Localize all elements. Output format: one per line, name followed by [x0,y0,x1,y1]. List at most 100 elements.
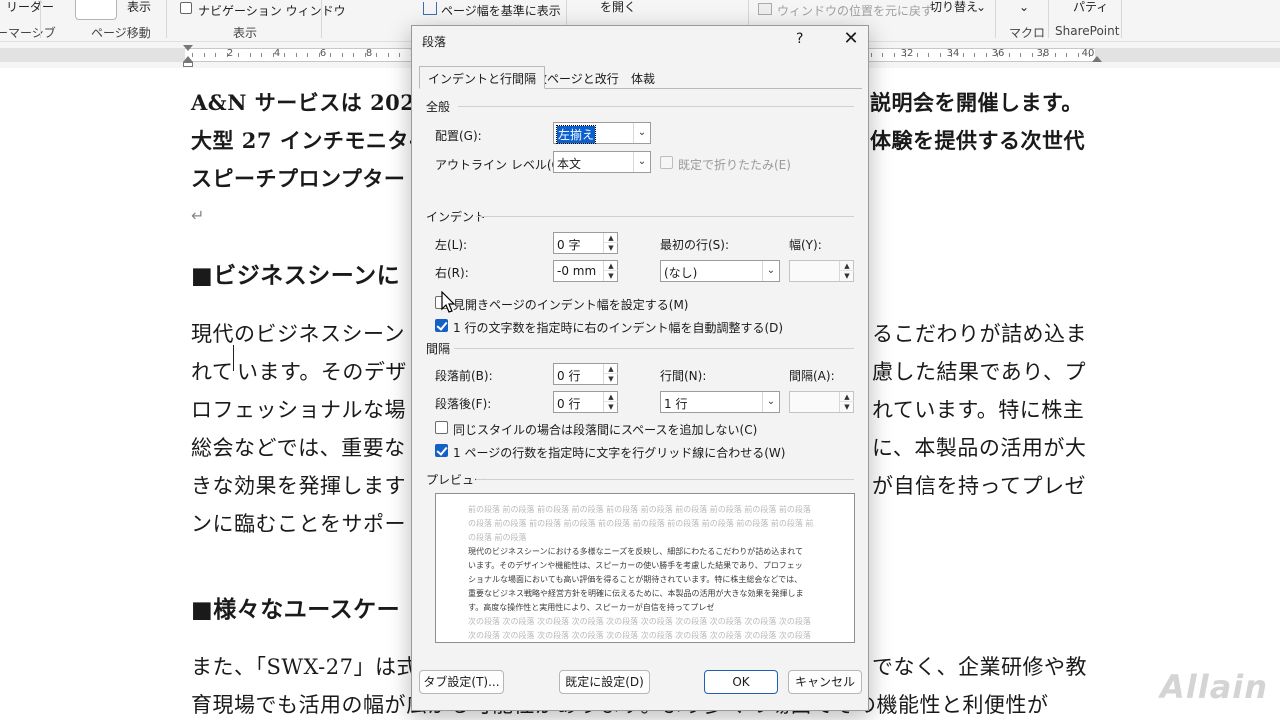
ruler-number: 32 [900,48,914,59]
group-label-page-move: ページ移動 [91,26,151,40]
ok-button[interactable]: OK [704,670,778,694]
spacing-before-spinner[interactable]: 0 行 ▲ ▼ [553,363,618,385]
ruler-tick [882,53,883,57]
ruler-tick [963,53,964,57]
nav-pane-checkbox[interactable] [180,2,192,14]
watermark-logo: Allain [1160,668,1269,706]
spin-up-icon[interactable]: ▲ [604,261,618,271]
ruler-number: 2 [226,48,234,59]
indent-right-spinner[interactable]: -0 mm ▲ ▼ [553,260,618,282]
no-space-same-style-label: 同じスタイルの場合は段落間にスペースを追加しない(C) [453,423,758,437]
ruler-tick [974,53,975,57]
ruler-tick [238,53,239,57]
nav-pane-label: ナビゲーション ウィンドウ [198,4,346,18]
spin-up-icon[interactable]: ▲ [604,233,618,243]
set-default-button[interactable]: 既定に設定(D) [559,670,650,694]
preview-before-line: の段落 前の段落 [468,533,527,542]
ruler-tick [1020,53,1021,57]
show-button[interactable]: 表示 [127,0,151,15]
group-label-show: 表示 [233,26,258,40]
text-cursor [233,345,234,371]
spacing-after-spinner[interactable]: 0 行 ▲ ▼ [553,391,618,413]
spacing-at-label: 間隔(A): [789,369,835,383]
ruler-tick [1078,53,1079,57]
spin-up-icon[interactable]: ▲ [604,364,618,374]
reader-button[interactable]: リーダー [6,0,54,15]
doc-line-right: 説明会を開催します。 [870,90,1083,115]
first-line-indent-marker[interactable] [183,45,193,51]
ruler-number: 38 [1036,48,1050,59]
ruler-margin-right [1095,48,1280,62]
tab-layout[interactable]: 体裁 [622,66,664,89]
chevron-down-icon[interactable]: ⌄ [762,261,779,281]
window-icon [758,3,772,15]
group-label-immersive: ーマーシブ [0,26,56,40]
spin-down-icon[interactable]: ▼ [604,271,618,281]
tab-indent-spacing[interactable]: インデントと行間隔 [419,66,546,89]
indent-by-label: 幅(Y): [789,238,822,252]
indent-by-spinner[interactable]: ▲ ▼ [789,260,854,282]
spin-down-icon[interactable]: ▼ [604,374,618,384]
indent-left-value: 0 字 [557,238,581,252]
chevron-down-icon[interactable]: ⌄ [633,123,650,143]
chevron-down-icon[interactable]: ⌄ [762,392,779,412]
ruler-tick [204,53,205,57]
ruler-tick [1009,53,1010,57]
line-spacing-select[interactable]: 1 行 ⌄ [660,391,780,413]
auto-adjust-indent-label: 1 行の文字数を指定時に右のインデント幅を自動調整する(D) [453,321,784,335]
ruler-tick [376,53,377,57]
mirror-indents-label: 見開きページのインデント幅を設定する(M) [453,298,689,312]
paragraph-dialog: 段落 ? ✕ インデントと行間隔 改ページと改行 体裁 全般 配置(G): 左揃… [411,25,869,711]
tabs-button[interactable]: タブ設定(T)... [419,670,504,694]
alignment-select[interactable]: 左揃え ⌄ [553,122,651,144]
outline-level-label: アウトライン レベル(O): [435,158,570,172]
spin-down-icon[interactable]: ▼ [604,402,618,412]
doc-line-right: るこだわりが詰め込ま [872,322,1087,346]
preview-sample-line: います。そのデザインや機能性は、スピーカーの使い勝手を考慮した結果であり、プロフ… [468,561,803,570]
open-button[interactable]: を開く [600,0,636,15]
reset-window-button[interactable]: ウィンドウの位置を元に戻す [777,2,933,19]
preview-after-line: 次の段落 次の段落 次の段落 次の段落 次の段落 次の段落 次の段落 次の段落 … [468,617,811,626]
ribbon-separator [1121,0,1122,38]
ruler-tick [928,53,929,57]
collapse-default-checkbox[interactable] [660,156,673,169]
macro-dropdown-icon[interactable]: ⌄ [1019,0,1029,14]
spin-down-icon[interactable]: ▼ [840,271,854,281]
ribbon-separator [321,0,322,38]
spin-up-icon[interactable]: ▲ [604,392,618,402]
auto-adjust-indent-checkbox[interactable] [435,319,448,332]
help-icon[interactable]: ? [796,31,803,47]
spacing-at-spinner[interactable]: ▲ ▼ [789,391,854,413]
spin-down-icon[interactable]: ▼ [840,402,854,412]
close-icon[interactable]: ✕ [840,28,862,49]
first-line-select[interactable]: (なし) ⌄ [660,260,780,282]
ruler-tick [388,53,389,57]
group-label-macro: マクロ [1009,26,1046,40]
chevron-down-icon[interactable]: ⌄ [633,152,650,172]
cancel-button[interactable]: キャンセル [788,670,862,694]
spin-up-icon[interactable]: ▲ [840,261,854,271]
spin-down-icon[interactable]: ▼ [604,243,618,253]
outline-level-select[interactable]: 本文 ⌄ [553,151,651,173]
ruler-tick [215,53,216,57]
spacing-after-value: 0 行 [557,397,581,411]
snap-to-grid-checkbox[interactable] [435,444,448,457]
left-indent-marker[interactable] [183,62,193,67]
page-move-icon[interactable] [75,0,117,20]
preview-sample-line: 現代のビジネスシーンにおける多様なニーズを反映し、細部にわたるこだわりが詰め込ま… [468,547,803,556]
preview-sample-line: す。高度な操作性と実用性により、スピーカーが自信を持ってプレゼ [468,603,715,612]
ruler-margin-left [0,48,185,62]
alignment-label: 配置(G): [435,129,482,143]
page-width-button[interactable]: ページ幅を基準に表示 [441,2,561,19]
right-indent-marker[interactable] [1092,56,1102,62]
no-space-same-style-checkbox[interactable] [435,421,448,434]
ruler-number: 6 [319,48,327,59]
preview-before-line: の段落 前の段落 前の段落 前の段落 前の段落 前の段落 前の段落 前の段落 前… [468,519,814,528]
indent-left-spinner[interactable]: 0 字 ▲ ▼ [553,232,618,254]
switch-button[interactable]: 切り替え [930,0,978,15]
switch-dropdown-icon[interactable]: ⌄ [976,0,986,14]
party-button[interactable]: パティ [1073,0,1108,15]
spin-up-icon[interactable]: ▲ [840,392,854,402]
heading-business-scene: ■ビジネスシーンに [191,263,401,289]
ruler-tick [250,53,251,57]
